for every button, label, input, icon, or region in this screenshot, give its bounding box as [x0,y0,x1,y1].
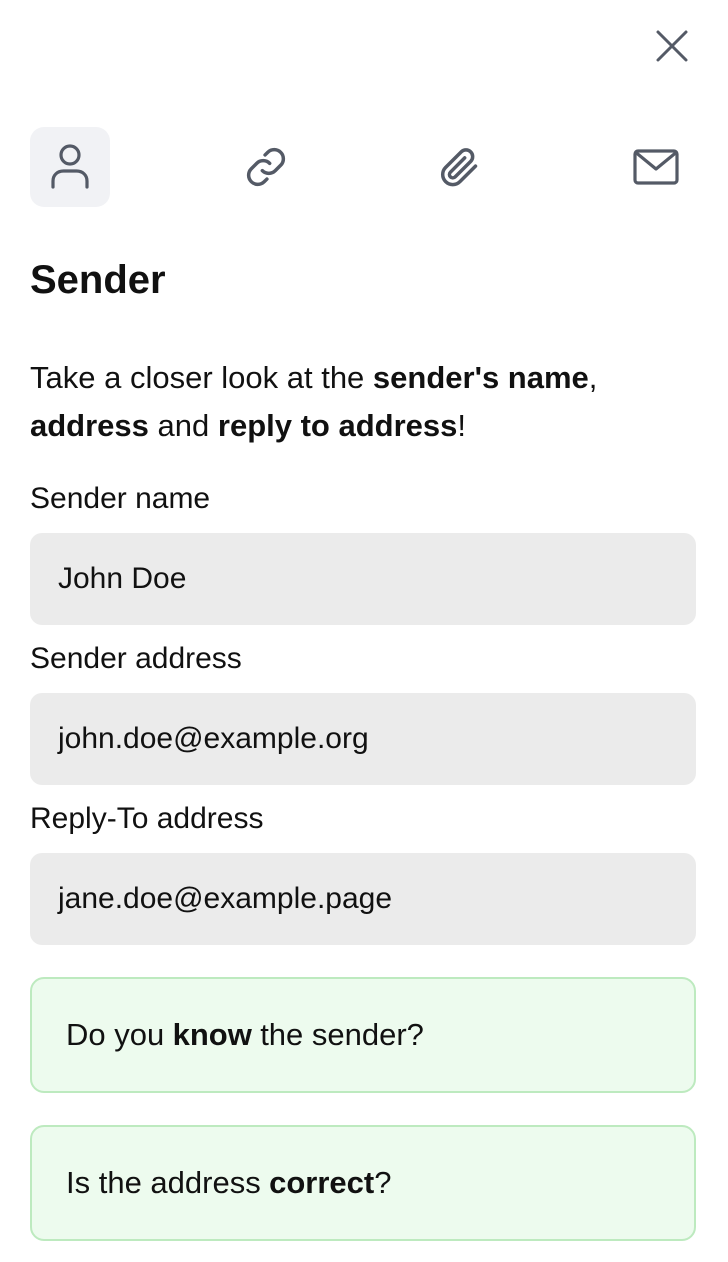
question-address-correct[interactable]: Is the address correct? [30,1125,696,1241]
question-emphasis: correct [269,1165,375,1200]
paperclip-icon [440,148,478,187]
intro-text: Take a closer look at the sender's name,… [30,360,598,443]
close-icon[interactable] [655,29,689,63]
mail-icon [633,149,679,185]
link-icon [246,147,286,187]
question-text: the sender? [260,1017,424,1052]
question-text: Is the address [66,1165,261,1200]
sender-address-label: Sender address [30,642,242,675]
page-title: Sender [30,258,166,302]
question-text: ? [374,1165,392,1200]
question-know-sender[interactable]: Do you know the sender? [30,977,696,1093]
reply-to-label: Reply-To address [30,802,264,835]
sender-address-field: john.doe@example.org [30,693,696,785]
reply-to-field: jane.doe@example.page [30,853,696,945]
close-button[interactable] [650,24,694,68]
tab-email[interactable] [616,127,696,207]
tab-links[interactable] [226,127,306,207]
tab-bar [30,127,696,207]
tab-attachments[interactable] [419,127,499,207]
sender-name-field: John Doe [30,533,696,625]
question-text: Do you [66,1017,165,1052]
tab-sender[interactable] [30,127,110,207]
question-emphasis: know [172,1017,252,1052]
sender-name-label: Sender name [30,482,211,515]
user-icon [51,144,89,189]
